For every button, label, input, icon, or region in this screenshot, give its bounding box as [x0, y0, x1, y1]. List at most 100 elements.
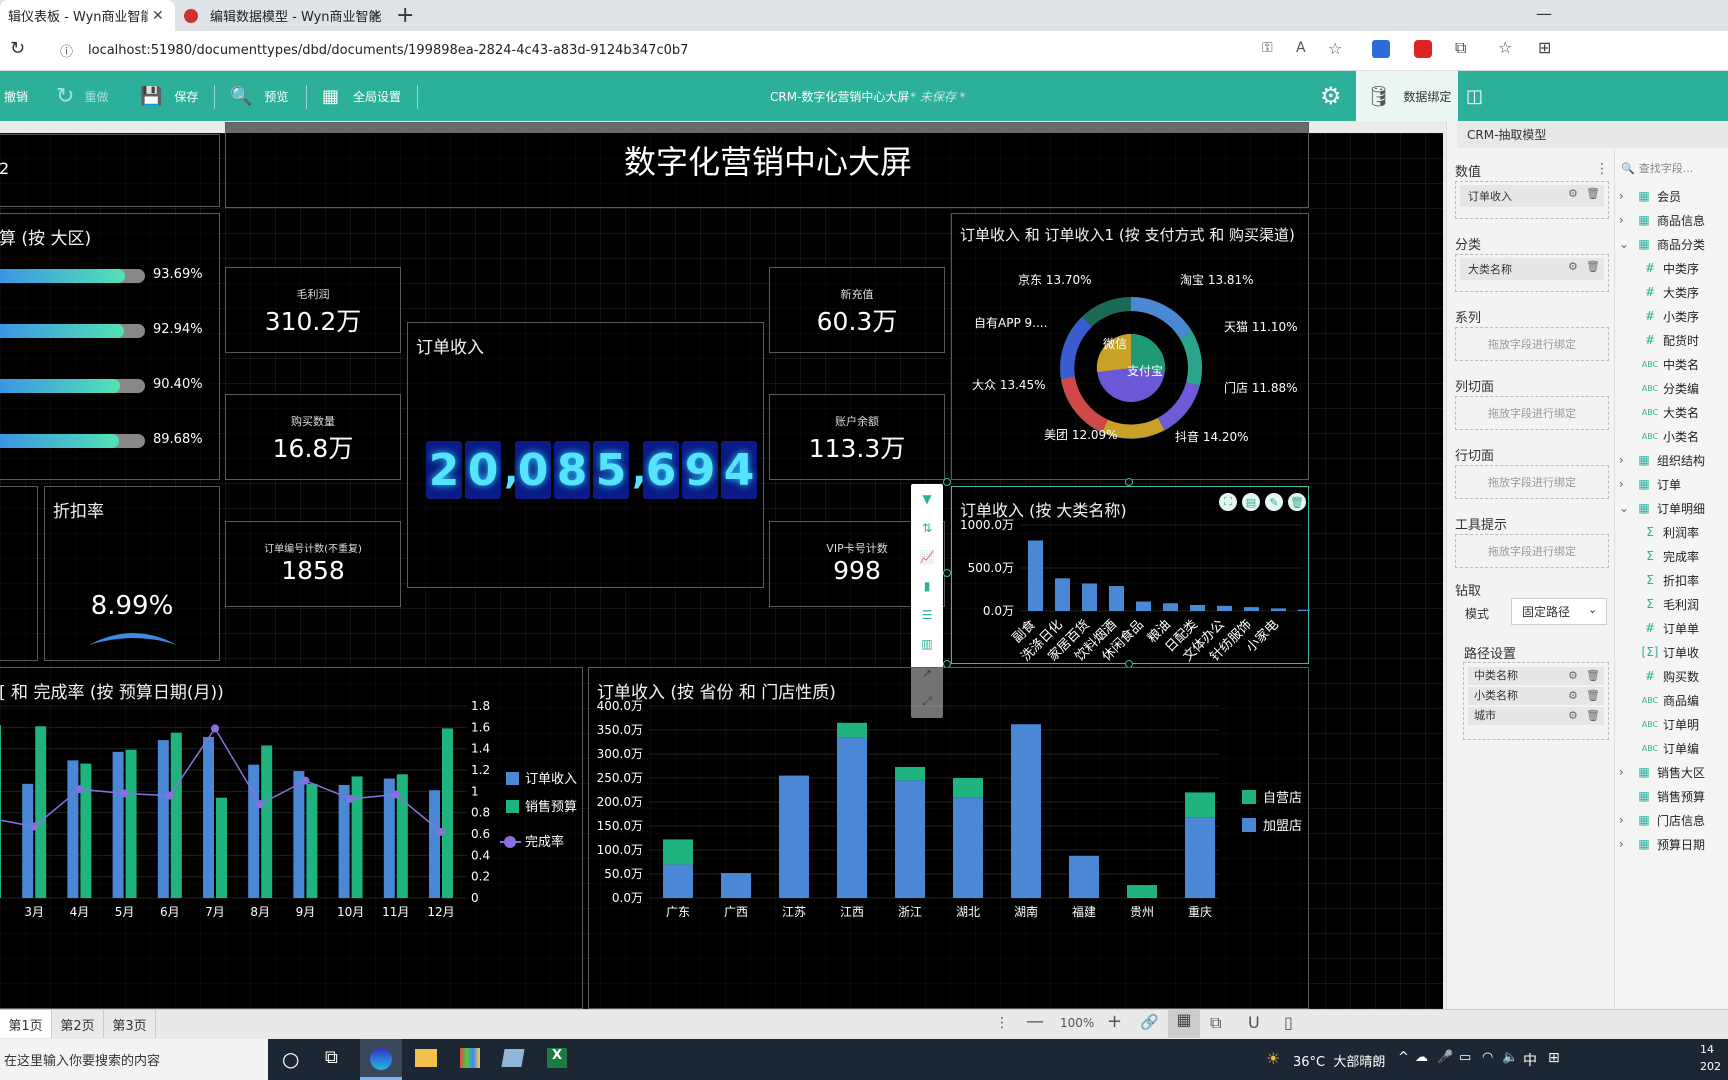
- data-view-icon[interactable]: ☰: [911, 600, 943, 629]
- data-binding-tab[interactable]: 🛢 数据绑定: [1356, 71, 1458, 121]
- field-tree-item[interactable]: Σ 完成率: [1615, 544, 1728, 568]
- category-slot[interactable]: 大类名称 ⚙ 🗑: [1455, 254, 1609, 292]
- field-tree-item[interactable]: ABC 商品编: [1615, 688, 1728, 712]
- field-tree-item[interactable]: # 购买数: [1615, 664, 1728, 688]
- settings-icon[interactable]: ⚙: [1568, 707, 1578, 725]
- province-chart-card[interactable]: 订单收入 (按 省份 和 门店性质) 0.0万 50.0万 100.0万 150.0万…: [588, 667, 1309, 1009]
- new-tab-icon[interactable]: +: [396, 3, 414, 28]
- field-tree-item[interactable]: # 配货时: [1615, 328, 1728, 352]
- more-icon[interactable]: ⋮: [1595, 161, 1609, 177]
- cloud-icon[interactable]: ☁: [1415, 1050, 1428, 1065]
- ime-mode-icon[interactable]: ⊞: [1548, 1050, 1560, 1066]
- topleft-card[interactable]: 2: [0, 134, 220, 207]
- tooltip-slot[interactable]: 拖放字段进行绑定: [1455, 534, 1609, 568]
- read-aloud-icon[interactable]: A: [1296, 40, 1306, 56]
- field-tree-item[interactable]: › ▦ 销售大区: [1615, 760, 1728, 784]
- mode-select[interactable]: 固定路径 ⌄: [1511, 598, 1607, 625]
- ime-indicator[interactable]: 中: [1523, 1050, 1537, 1070]
- field-tree-item[interactable]: ▦ 销售预算: [1615, 784, 1728, 808]
- style-icon[interactable]: ✎: [1265, 493, 1283, 511]
- column-slice-slot[interactable]: 拖放字段进行绑定: [1455, 396, 1609, 430]
- field-tree-item[interactable]: # 大类序: [1615, 280, 1728, 304]
- mobile-icon[interactable]: ▯: [1284, 1013, 1293, 1032]
- settings-icon[interactable]: ⚙: [1568, 260, 1578, 273]
- more-icon[interactable]: ⋮: [995, 1015, 1009, 1031]
- field-tree-item[interactable]: ⌄ ▦ 订单明细: [1615, 496, 1728, 520]
- settings-icon[interactable]: ⚙: [1568, 687, 1578, 705]
- file-explorer-icon[interactable]: [415, 1049, 437, 1067]
- delete-icon[interactable]: 🗑: [1586, 260, 1600, 273]
- volume-icon[interactable]: 🔈: [1502, 1050, 1518, 1065]
- bar-chart-icon[interactable]: ▥: [911, 629, 943, 658]
- link-icon[interactable]: 🔗: [1140, 1013, 1159, 1031]
- save-button[interactable]: 💾 保存: [140, 71, 198, 121]
- field-tree-item[interactable]: Σ 折扣率: [1615, 568, 1728, 592]
- comment-icon[interactable]: ▤: [1242, 493, 1260, 511]
- field-tree-item[interactable]: › ▦ 会员: [1615, 184, 1728, 208]
- browser-tab-model[interactable]: 编辑数据模型 - Wyn商业智能 ✕: [176, 0, 390, 31]
- clock-date[interactable]: 202: [1700, 1060, 1721, 1073]
- settings-icon[interactable]: ⚙: [1568, 667, 1578, 685]
- info-icon[interactable]: ⓘ: [60, 41, 73, 60]
- resize-handle[interactable]: [1125, 478, 1133, 486]
- category-field-chip[interactable]: 大类名称: [1460, 258, 1604, 280]
- kpi-card-balance[interactable]: 账户余额 113.3万: [769, 394, 945, 480]
- field-tree-item[interactable]: # 小类序: [1615, 304, 1728, 328]
- field-tree-item[interactable]: # 中类序: [1615, 256, 1728, 280]
- taskbar-search[interactable]: 在这里输入你要搜索的内容: [0, 1039, 268, 1080]
- title-card[interactable]: 数字化营销中心大屏: [225, 122, 1309, 208]
- redo-button[interactable]: ↻ 重做: [56, 71, 108, 121]
- field-tree-item[interactable]: › ▦ 订单: [1615, 472, 1728, 496]
- resize-handle[interactable]: [943, 569, 951, 577]
- field-tree-item[interactable]: › ▦ 门店信息: [1615, 808, 1728, 832]
- delete-icon[interactable]: 🗑: [1586, 187, 1600, 200]
- discount-rate-card[interactable]: 折扣率 8.99%: [44, 486, 220, 661]
- chevron-up-icon[interactable]: ^: [1398, 1050, 1409, 1065]
- field-tree-item[interactable]: Σ 利润率: [1615, 520, 1728, 544]
- path-field-chip[interactable]: 小类名称 ⚙ 🗑: [1468, 687, 1604, 705]
- category-bar-card[interactable]: 订单收入 (按 大类名称) 0.0万 500.0万 1000.0万 副食 洗涤日化 家居百…: [951, 486, 1310, 665]
- kpi-card-quantity[interactable]: 购买数量 16.8万: [225, 394, 401, 480]
- donut-chart-card[interactable]: 订单收入 和 订单收入1 (按 支付方式 和 购买渠道) 京东 13.70% 淘宝…: [951, 213, 1309, 480]
- mic-icon[interactable]: 🎤: [1437, 1050, 1453, 1065]
- field-tree-item[interactable]: ABC 大类名: [1615, 400, 1728, 424]
- wifi-icon[interactable]: ◠: [1482, 1050, 1493, 1065]
- minimize-icon[interactable]: —: [1536, 4, 1552, 23]
- delete-icon[interactable]: 🗑: [1288, 493, 1306, 511]
- field-tree-item[interactable]: › ▦ 预算日期: [1615, 832, 1728, 856]
- global-settings-button[interactable]: ▦ 全局设置: [322, 71, 401, 121]
- layers-icon[interactable]: ⧉: [1210, 1013, 1221, 1033]
- browser-tab-dashboard[interactable]: 辑仪表板 - Wyn商业智能 ✕: [0, 0, 175, 31]
- extension-icon[interactable]: [1372, 40, 1390, 58]
- budget-progress-card[interactable]: 算 (按 大区) 93.69% 92.94% 90.40% 89.68%: [0, 213, 220, 480]
- close-icon[interactable]: ✕: [370, 8, 382, 24]
- model-selector[interactable]: CRM-抽取模型: [1457, 121, 1728, 148]
- sort-icon[interactable]: ⇅: [911, 513, 943, 542]
- resize-handle[interactable]: [943, 478, 951, 486]
- kpi-card-recharge[interactable]: 新充值 60.3万: [769, 267, 945, 353]
- value-slot[interactable]: 订单收入 ⚙ 🗑: [1455, 181, 1609, 219]
- key-icon[interactable]: ⚿: [1262, 40, 1273, 56]
- series-slot[interactable]: 拖放字段进行绑定: [1455, 327, 1609, 361]
- focus-icon[interactable]: ⛶: [1219, 493, 1237, 511]
- field-search[interactable]: 🔍 查找字段...: [1621, 156, 1727, 180]
- weather-text[interactable]: 36°C 大部晴朗: [1293, 1051, 1385, 1070]
- analysis-icon[interactable]: 📈: [911, 542, 943, 571]
- preview-button[interactable]: 🔍 预览: [230, 71, 288, 121]
- field-tree-item[interactable]: [Σ] 订单收: [1615, 640, 1728, 664]
- delete-icon[interactable]: 🗑: [1586, 687, 1600, 705]
- task-view-icon[interactable]: ⧉: [325, 1047, 338, 1068]
- excel-icon[interactable]: X: [547, 1048, 567, 1068]
- page-tab[interactable]: 第2页: [52, 1010, 104, 1038]
- zoom-out-button[interactable]: —: [1026, 1011, 1044, 1032]
- field-tree-item[interactable]: ABC 订单编: [1615, 736, 1728, 760]
- field-tree-item[interactable]: # 订单单: [1615, 616, 1728, 640]
- kpi-card-gross-profit[interactable]: 毛利润 310.2万: [225, 267, 401, 353]
- magnet-icon[interactable]: U: [1248, 1013, 1260, 1032]
- path-slot[interactable]: 中类名称 ⚙ 🗑 小类名称 ⚙ 🗑 城市 ⚙ 🗑: [1463, 662, 1609, 740]
- settings-icon[interactable]: ⚙: [1568, 187, 1578, 200]
- page-tab[interactable]: 第3页: [104, 1010, 156, 1038]
- extensions-icon[interactable]: ⧉: [1455, 38, 1466, 58]
- path-field-chip[interactable]: 中类名称 ⚙ 🗑: [1468, 667, 1604, 685]
- panel-toggle-icon[interactable]: ◫: [1466, 71, 1483, 121]
